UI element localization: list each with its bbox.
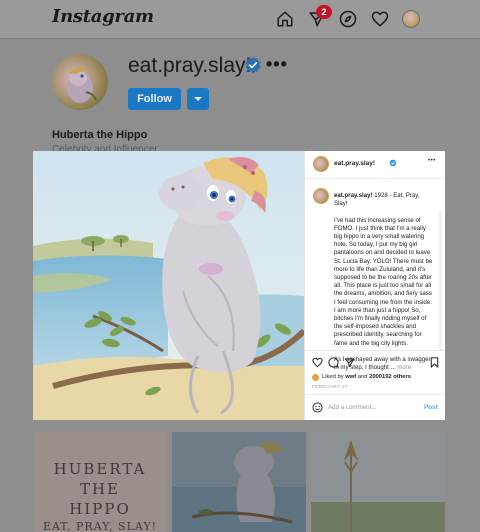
profile-display-name: Huberta the Hippo bbox=[52, 129, 148, 141]
explore-icon[interactable] bbox=[339, 10, 357, 28]
caption-text: 1928 - Eat, Pray, Slay! I've had this in… bbox=[334, 192, 433, 372]
caption-more-link[interactable]: more bbox=[397, 364, 411, 371]
divider bbox=[305, 350, 445, 351]
post-modal: eat.pray.slay! ••• eat.pray.slay! 1928 -… bbox=[33, 151, 445, 420]
post-options-button[interactable]: ••• bbox=[428, 158, 436, 164]
home-icon[interactable] bbox=[276, 10, 294, 28]
profile-username: eat.pray.slay! bbox=[128, 54, 252, 77]
like-heart-icon[interactable] bbox=[312, 357, 323, 368]
post-image[interactable] bbox=[33, 151, 304, 420]
comment-input[interactable]: Add a comment... bbox=[328, 404, 377, 411]
liked-by-avatar bbox=[312, 374, 319, 381]
chevron-down-icon bbox=[194, 97, 202, 101]
profile-avatar-nav[interactable] bbox=[402, 10, 420, 28]
liked-prefix: Liked by bbox=[322, 374, 344, 380]
share-icon[interactable] bbox=[344, 357, 355, 368]
liked-by-text: Liked by wwf and 2000192 others bbox=[322, 374, 411, 380]
post-caption: eat.pray.slay! 1928 - Eat, Pray, Slay! I… bbox=[334, 192, 434, 372]
tile-title-line-1: HUBERTA bbox=[53, 460, 147, 478]
tile-title-line-2: THE bbox=[79, 480, 121, 498]
verified-icon bbox=[389, 159, 397, 167]
caption-scrollbar[interactable] bbox=[439, 211, 442, 351]
notification-badge: 2 bbox=[316, 5, 332, 19]
post-date[interactable]: FEBRUARY 27 bbox=[312, 385, 348, 390]
post-author-avatar[interactable] bbox=[313, 156, 329, 172]
grid-post-1[interactable]: HUBERTA THE HIPPO EAT, PRAY, SLAY! bbox=[33, 432, 167, 532]
post-author-username[interactable]: eat.pray.slay! bbox=[334, 160, 375, 167]
bookmark-icon[interactable] bbox=[429, 357, 440, 368]
arrow-thumbnail bbox=[311, 432, 445, 532]
divider bbox=[305, 178, 445, 179]
grid-post-2[interactable] bbox=[172, 432, 306, 532]
hippo-avatar-illustration bbox=[67, 67, 97, 103]
verified-icon bbox=[245, 56, 261, 74]
comment-icon[interactable] bbox=[328, 357, 339, 368]
caption-author-avatar[interactable] bbox=[313, 188, 329, 204]
profile-avatar[interactable] bbox=[52, 54, 108, 110]
profile-more-button[interactable]: ••• bbox=[266, 54, 288, 75]
liked-user-link[interactable]: wwf bbox=[345, 374, 356, 380]
suggestions-dropdown-button[interactable] bbox=[187, 88, 209, 110]
grid-post-3[interactable] bbox=[311, 432, 445, 532]
post-sidebar: eat.pray.slay! ••• eat.pray.slay! 1928 -… bbox=[304, 151, 445, 420]
tile-title-line-4: EAT, PRAY, SLAY! bbox=[42, 520, 158, 532]
instagram-logo[interactable]: Instagram bbox=[52, 6, 154, 27]
hippo-thumbnail bbox=[172, 432, 306, 532]
post-comment-button[interactable]: Post bbox=[424, 404, 438, 411]
emoji-icon[interactable] bbox=[312, 402, 323, 413]
hippo-painting bbox=[33, 151, 304, 420]
heart-icon[interactable] bbox=[371, 10, 389, 28]
follow-button[interactable]: Follow bbox=[128, 88, 181, 110]
caption-username[interactable]: eat.pray.slay! bbox=[334, 192, 373, 199]
tile-title-line-3: HIPPO bbox=[69, 500, 131, 518]
divider bbox=[305, 394, 445, 395]
liked-and: and bbox=[357, 374, 368, 380]
likes-count-link[interactable]: 2000192 others bbox=[369, 374, 411, 380]
